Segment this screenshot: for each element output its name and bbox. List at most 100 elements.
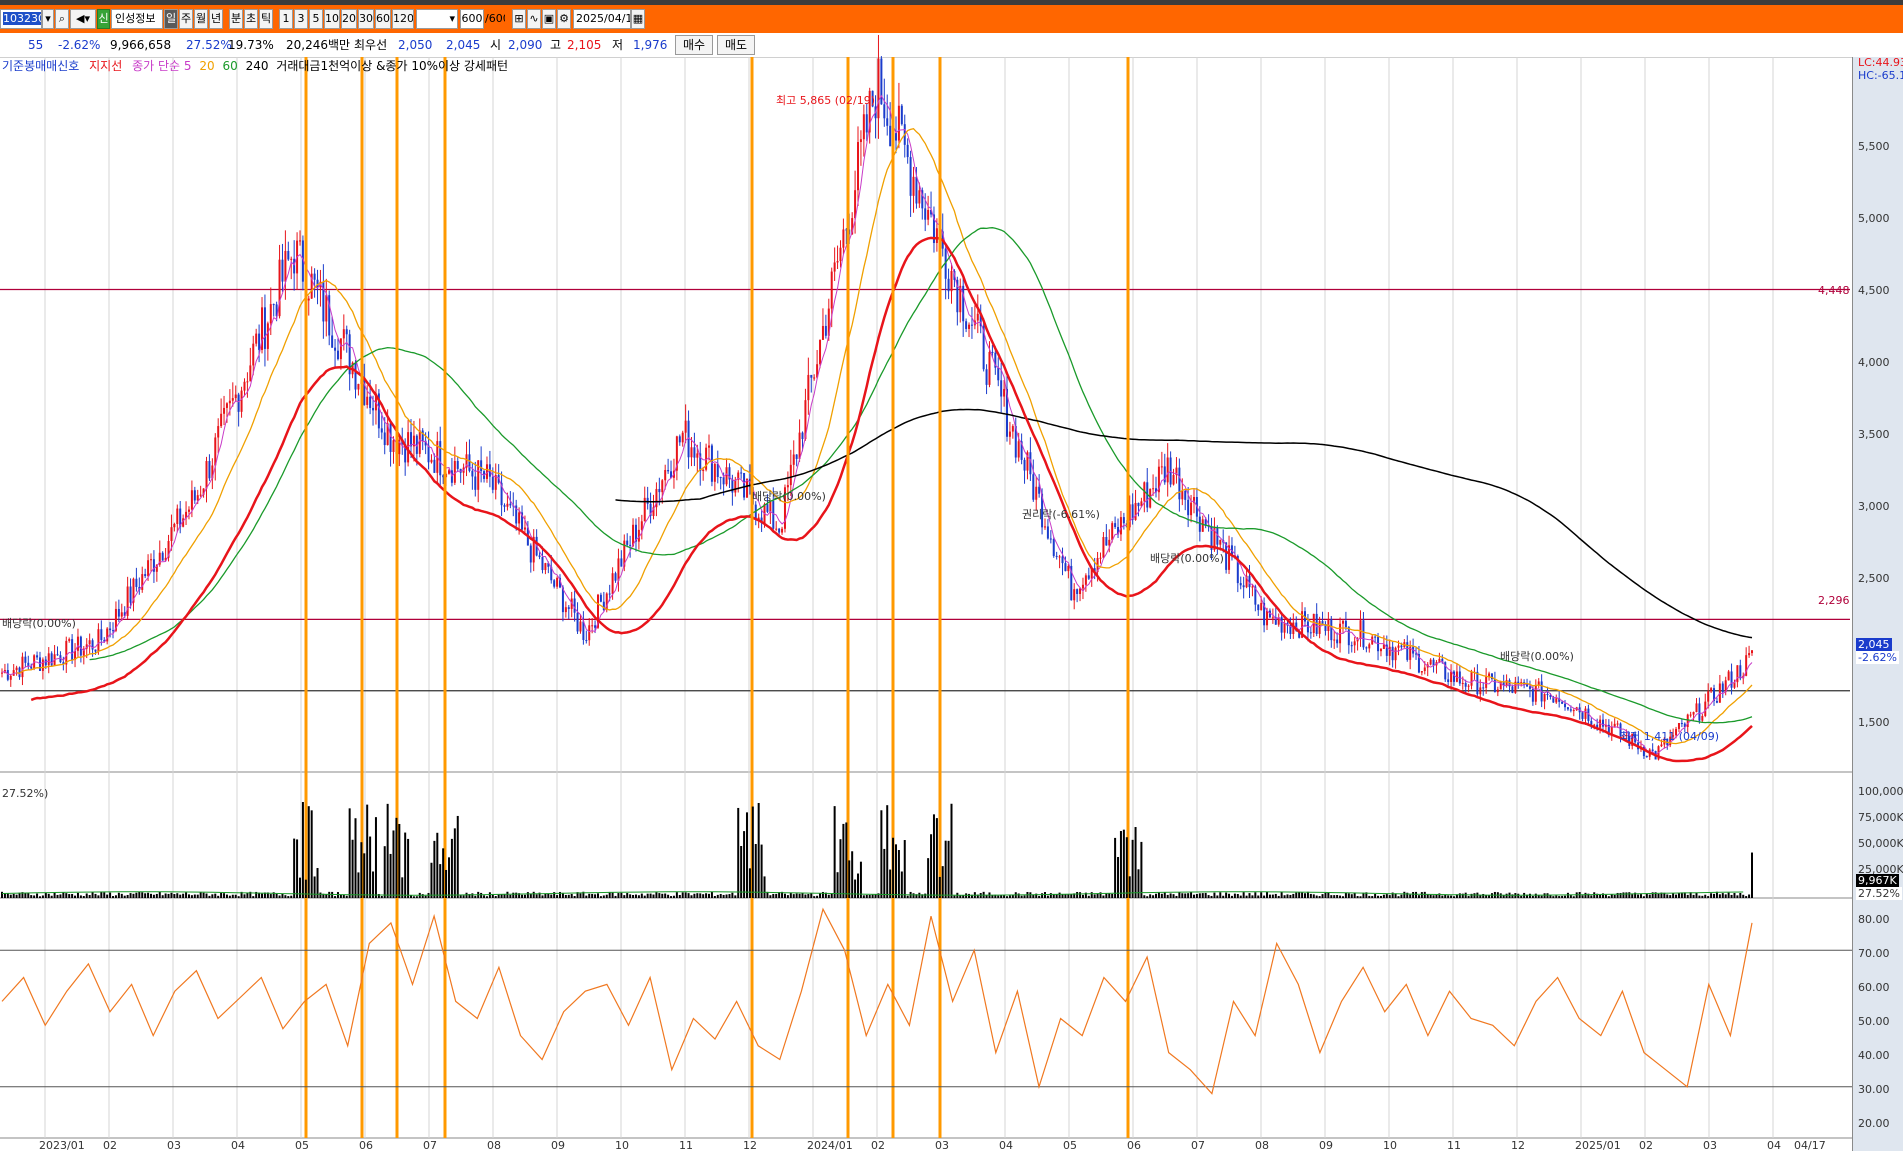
volume-bar: [596, 893, 599, 898]
volume-bar: [410, 895, 413, 898]
volume-bar: [1020, 895, 1023, 898]
volume-bar: [892, 837, 895, 898]
x-tick-label: 08: [487, 1139, 501, 1152]
volume-bar: [1374, 894, 1377, 898]
volume-bar: [1283, 895, 1286, 898]
volume-bar: [15, 894, 18, 898]
volume-bar: [687, 893, 690, 898]
volume-bar: [1076, 891, 1079, 898]
volume-bar: [1628, 892, 1631, 898]
volume-bar: [474, 895, 477, 898]
candle-body: [734, 479, 737, 493]
volume-bar: [293, 838, 296, 898]
volume-bar: [1347, 893, 1350, 898]
candle-body: [1187, 499, 1190, 516]
candle-body: [234, 394, 237, 399]
candle-body: [47, 653, 50, 666]
candle-body: [947, 278, 950, 292]
volume-bar: [944, 840, 947, 898]
chart-canvas[interactable]: [0, 0, 1903, 1151]
candle-body: [1531, 688, 1534, 702]
candle-body: [1365, 647, 1368, 649]
last-ratio-tag: 27.52%: [1856, 887, 1902, 900]
candle-body: [97, 629, 100, 652]
volume-bar: [1593, 892, 1596, 898]
volume-bar: [1382, 894, 1385, 898]
x-tick-label: 04: [999, 1139, 1013, 1152]
price-axis-4500: 4,500: [1858, 284, 1890, 297]
candle-body: [1046, 526, 1049, 539]
volume-bar: [1032, 894, 1035, 898]
volume-bar: [932, 814, 935, 898]
candle-body: [263, 307, 266, 349]
candle-body: [1651, 749, 1654, 751]
volume-bar: [1359, 896, 1362, 898]
volume-bar: [886, 805, 889, 898]
volume-bar: [769, 895, 772, 898]
volume-bar: [68, 894, 71, 898]
rsi-axis-50: 50.00: [1858, 1015, 1890, 1028]
candle-body: [976, 313, 979, 321]
candle-body: [477, 460, 480, 490]
volume-bar: [1569, 895, 1572, 898]
candle-body: [1318, 621, 1321, 634]
volume-bar: [450, 838, 453, 898]
candle-body: [1388, 646, 1391, 656]
volume-bar: [1546, 893, 1549, 898]
volume-bar: [465, 892, 468, 898]
candle-body: [722, 477, 725, 485]
volume-bar: [620, 892, 623, 898]
volume-bar: [97, 895, 100, 898]
volume-bar: [1318, 896, 1321, 898]
volume-bar: [1730, 894, 1733, 898]
volume-bar: [348, 808, 351, 898]
volume-bar: [1102, 895, 1105, 898]
candle-body: [334, 347, 337, 351]
volume-bar: [1277, 895, 1280, 898]
volume-bar: [436, 832, 439, 898]
volume-bar: [462, 895, 465, 898]
volume-bar: [1312, 894, 1315, 898]
candle-body: [950, 270, 953, 292]
candle-body: [1309, 632, 1312, 634]
candle-body: [1476, 671, 1479, 695]
volume-bar: [1417, 895, 1420, 898]
candle-body: [897, 105, 900, 141]
volume-bar: [1701, 895, 1704, 898]
candle-body: [713, 463, 716, 482]
volume-bar: [179, 894, 182, 898]
volume-bar: [62, 892, 65, 898]
candle-body: [1172, 475, 1175, 485]
volume-bar: [567, 894, 570, 898]
candle-body: [1011, 426, 1014, 432]
volume-axis-100000k: 100,000K: [1858, 785, 1903, 798]
volume-bar: [500, 894, 503, 898]
candle-body: [71, 639, 74, 661]
volume-bar: [930, 834, 933, 898]
candle-body: [246, 381, 249, 383]
candle-body: [1464, 683, 1467, 687]
volume-axis-75000k: 75,000K: [1858, 811, 1903, 824]
volume-bar: [1590, 895, 1593, 898]
candle-body: [456, 461, 459, 469]
candle-body: [591, 625, 594, 627]
candle-body: [1730, 671, 1733, 688]
volume-bar: [1350, 894, 1353, 898]
volume-bar: [599, 896, 602, 898]
candle-body: [1447, 679, 1450, 682]
candle-body: [862, 114, 865, 140]
volume-bar: [1239, 895, 1242, 898]
volume-bar: [1228, 893, 1231, 898]
volume-bar: [532, 891, 535, 898]
volume-bar: [167, 893, 170, 898]
candle-body: [1160, 466, 1163, 468]
candle-body: [1038, 486, 1041, 494]
volume-bar: [1286, 894, 1289, 898]
volume-bar: [1096, 893, 1099, 898]
candle-body: [503, 505, 506, 507]
candle-body: [325, 295, 328, 322]
volume-bar: [1117, 857, 1120, 898]
candle-body: [988, 351, 991, 385]
volume-bar: [1435, 894, 1438, 898]
volume-bar: [141, 892, 144, 898]
